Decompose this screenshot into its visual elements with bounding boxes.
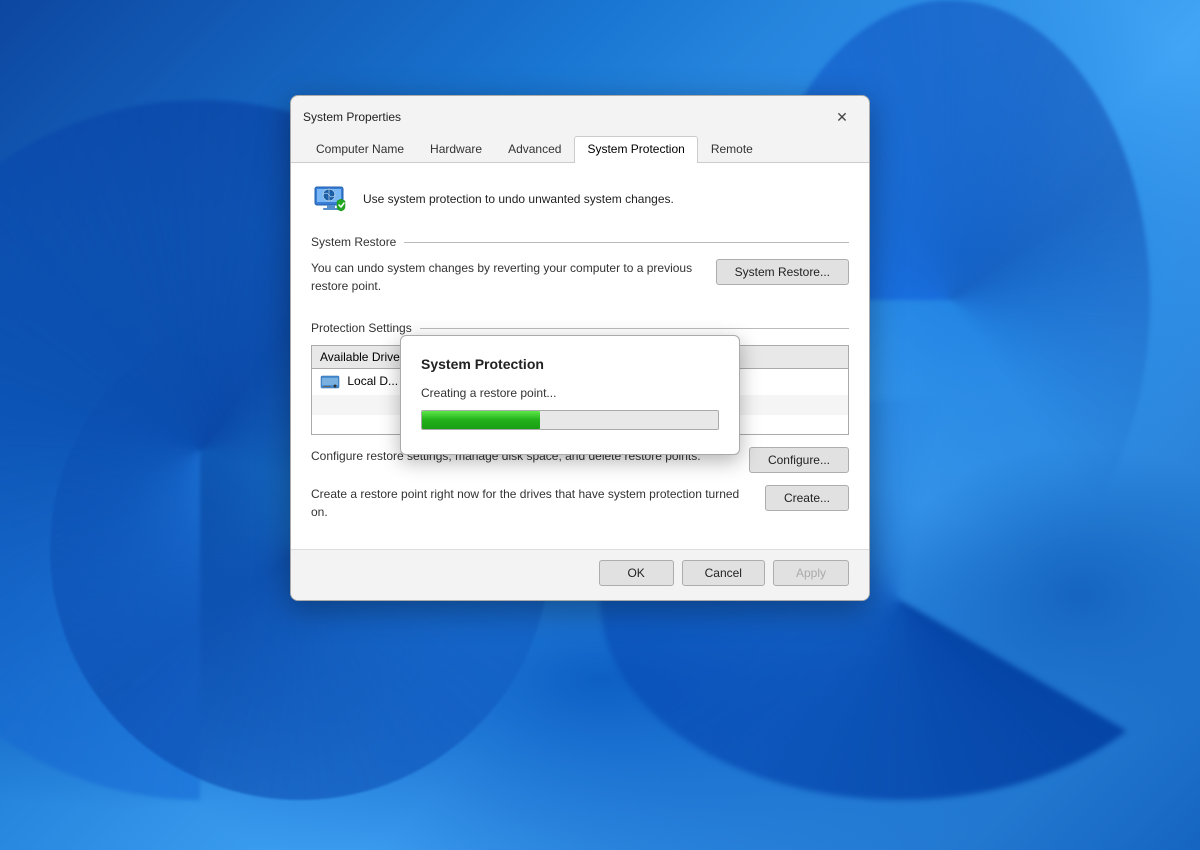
tab-bar: Computer Name Hardware Advanced System P… — [291, 128, 869, 163]
apply-button[interactable]: Apply — [773, 560, 849, 586]
system-protection-icon — [311, 179, 351, 219]
create-desc: Create a restore point right now for the… — [311, 485, 755, 521]
protection-settings-title: Protection Settings — [311, 321, 412, 335]
system-restore-header: System Restore — [311, 235, 849, 249]
progress-dialog: System Protection Creating a restore poi… — [400, 335, 740, 455]
progress-bar-container — [421, 410, 719, 430]
dialog-titlebar: System Properties ✕ — [291, 96, 869, 128]
tab-remote[interactable]: Remote — [698, 136, 766, 163]
cancel-button[interactable]: Cancel — [682, 560, 765, 586]
section-divider — [404, 242, 849, 243]
dialog-title: System Properties — [303, 110, 401, 124]
progress-bar-fill — [422, 411, 540, 429]
protection-settings-header: Protection Settings — [311, 321, 849, 335]
tab-advanced[interactable]: Advanced — [495, 136, 574, 163]
configure-button[interactable]: Configure... — [749, 447, 849, 473]
system-restore-row: System Restore... You can undo system ch… — [311, 259, 849, 305]
progress-message: Creating a restore point... — [421, 386, 719, 400]
create-button[interactable]: Create... — [765, 485, 849, 511]
progress-dialog-title: System Protection — [421, 356, 719, 372]
description-text: Use system protection to undo unwanted s… — [363, 191, 674, 208]
description-row: Use system protection to undo unwanted s… — [311, 179, 849, 219]
dialog-footer: OK Cancel Apply — [291, 549, 869, 600]
tab-hardware[interactable]: Hardware — [417, 136, 495, 163]
tab-computer-name[interactable]: Computer Name — [303, 136, 417, 163]
system-properties-dialog: System Properties ✕ Computer Name Hardwa… — [290, 95, 870, 601]
drive-name: Local D... — [347, 374, 398, 388]
section-divider-2 — [420, 328, 849, 329]
tab-system-protection[interactable]: System Protection — [574, 136, 697, 163]
close-button[interactable]: ✕ — [827, 106, 857, 128]
system-restore-button[interactable]: System Restore... — [716, 259, 849, 285]
create-row: Create a restore point right now for the… — [311, 485, 849, 521]
drive-icon — [320, 374, 347, 388]
ok-button[interactable]: OK — [599, 560, 674, 586]
system-restore-title: System Restore — [311, 235, 396, 249]
